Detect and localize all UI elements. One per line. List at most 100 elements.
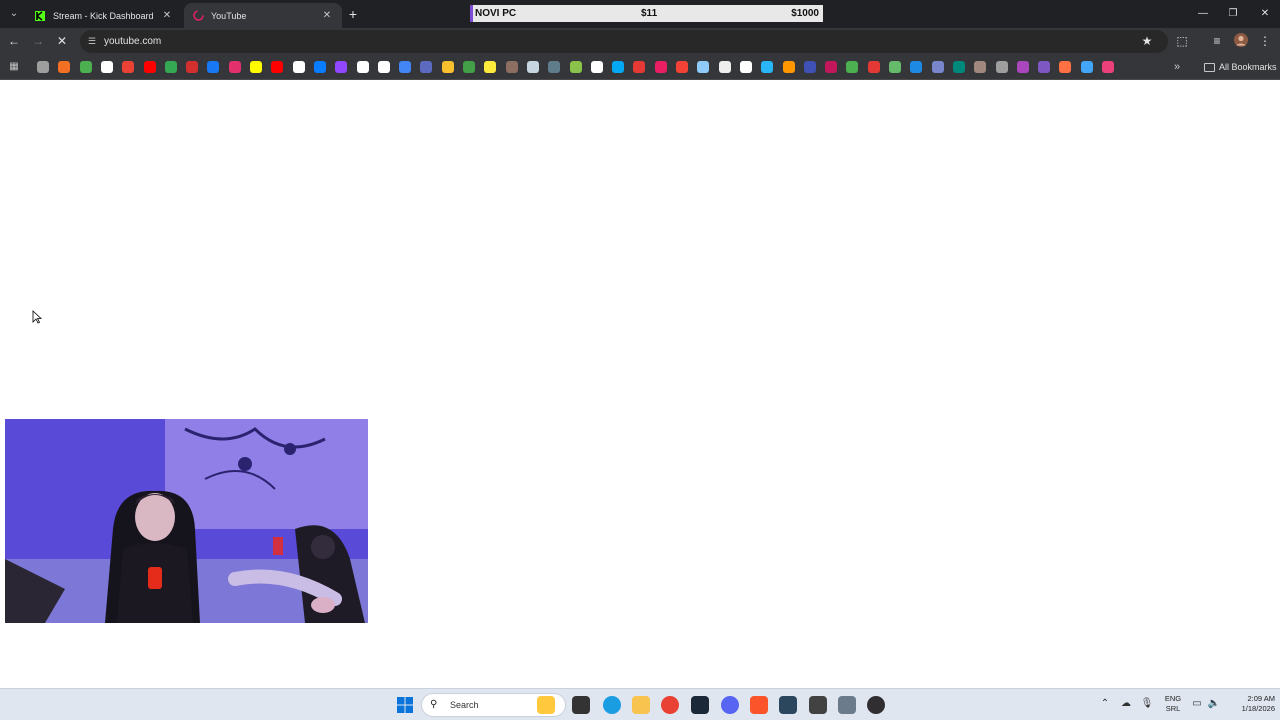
chrome-icon[interactable] (661, 696, 679, 714)
goal-current: $11 (641, 8, 658, 19)
snapchat-icon[interactable] (250, 61, 262, 73)
bookmark-icon[interactable] (79, 61, 92, 73)
media-control-icon[interactable]: ≡ (1209, 33, 1225, 49)
network-icon[interactable]: ▭ (1190, 696, 1204, 712)
bookmark-icon[interactable] (910, 61, 923, 73)
bookmark-icon[interactable] (1080, 61, 1093, 73)
discord-icon[interactable] (721, 696, 739, 714)
bookmark-icon[interactable] (505, 61, 518, 73)
chevron-up-icon[interactable]: ⌃ (1098, 696, 1112, 712)
bookmark-icon[interactable] (548, 61, 561, 73)
facebook-icon[interactable] (207, 61, 220, 73)
bookmark-icon[interactable] (1102, 61, 1114, 73)
close-icon[interactable]: ✕ (160, 9, 174, 23)
bookmark-icon[interactable] (846, 61, 859, 73)
instagram-icon[interactable] (228, 61, 241, 73)
bookmark-icon[interactable] (612, 61, 625, 73)
restore-button[interactable]: ❐ (1218, 0, 1248, 28)
bookmark-icon[interactable] (484, 61, 497, 73)
bookmark-icon[interactable] (803, 61, 816, 73)
url-text[interactable]: youtube.com (104, 35, 161, 48)
goal-target: $1000 (791, 8, 819, 19)
bookmark-icon[interactable] (825, 61, 838, 73)
steam-icon[interactable] (779, 696, 797, 714)
close-window-button[interactable]: ✕ (1250, 0, 1280, 28)
bookmark-icon[interactable] (463, 61, 475, 73)
bookmark-star-icon[interactable]: ★ (1140, 34, 1154, 48)
brave-icon[interactable] (750, 696, 768, 714)
bookmark-icon[interactable] (889, 61, 901, 73)
tiktok-icon[interactable] (292, 61, 305, 73)
new-tab-button[interactable]: + (345, 6, 361, 22)
bookmark-icon[interactable] (676, 61, 688, 73)
tab-kick-dashboard[interactable]: Stream - Kick Dashboard ✕ (26, 3, 182, 28)
cloud-icon[interactable]: ☁ (1119, 696, 1133, 712)
menu-icon[interactable]: ⋮ (1257, 33, 1273, 49)
steam-icon[interactable] (526, 61, 539, 73)
bookmark-icon[interactable] (995, 61, 1008, 73)
bookmark-icon[interactable] (867, 61, 880, 73)
bookmark-icon[interactable] (441, 61, 454, 73)
bookmark-icon[interactable] (952, 61, 965, 73)
bookmark-icon[interactable] (718, 61, 731, 73)
search-label: Search (450, 700, 479, 710)
youtube-music-icon[interactable] (271, 61, 284, 73)
bookmark-icon[interactable] (1038, 61, 1051, 73)
mail-icon[interactable] (633, 61, 646, 73)
bookmark-icon[interactable] (569, 61, 582, 73)
bookmark-icon[interactable] (697, 61, 710, 73)
file-explorer-icon[interactable] (537, 696, 555, 714)
close-icon[interactable]: ✕ (320, 9, 334, 23)
language-indicator[interactable]: ENG SRL (1162, 694, 1184, 714)
gmail-icon[interactable] (122, 61, 135, 73)
apps-grid-icon[interactable]: ▦ (8, 61, 20, 73)
bookmark-icon[interactable] (931, 61, 944, 73)
bookmark-icon[interactable] (1016, 61, 1029, 73)
tab-youtube[interactable]: YouTube ✕ (184, 3, 342, 28)
bookmark-icon[interactable] (420, 61, 433, 73)
terminal-icon[interactable] (572, 696, 590, 714)
bookmark-icon[interactable] (739, 61, 752, 73)
maps-icon[interactable] (164, 61, 177, 73)
all-bookmarks-button[interactable]: All Bookmarks (1204, 60, 1277, 74)
site-settings-icon[interactable]: ☰ (86, 35, 98, 47)
google-icon[interactable] (100, 61, 113, 73)
stop-loading-icon[interactable]: ✕ (54, 33, 70, 49)
bookmark-icon[interactable] (1059, 61, 1072, 73)
github-icon[interactable] (356, 61, 369, 73)
edge-icon[interactable] (603, 696, 621, 714)
minimize-button[interactable]: — (1188, 0, 1218, 28)
messenger-icon[interactable] (313, 61, 326, 73)
wikipedia-icon[interactable] (590, 61, 603, 73)
obs-icon[interactable] (867, 696, 885, 714)
apple-icon[interactable] (37, 61, 49, 73)
settings-icon[interactable] (838, 696, 856, 714)
kick-icon (34, 10, 46, 22)
bookmark-icon[interactable] (782, 61, 795, 73)
folder-icon[interactable] (632, 696, 650, 714)
bookmark-icon[interactable] (186, 61, 199, 73)
translate-icon[interactable] (399, 61, 412, 73)
address-bar[interactable]: ☰ youtube.com ★ (80, 30, 1168, 53)
more-bookmarks-icon[interactable]: » (1170, 60, 1184, 74)
avatar[interactable] (1233, 33, 1249, 49)
extensions-icon[interactable]: ⬚ (1174, 33, 1190, 49)
steam-icon[interactable] (691, 696, 709, 714)
bookmark-icon[interactable] (974, 61, 987, 73)
app-icon[interactable] (809, 696, 827, 714)
tab-strip: ⌄ Stream - Kick Dashboard ✕ YouTube ✕ + … (0, 0, 1280, 28)
volume-icon[interactable]: 🔈 (1207, 696, 1221, 712)
youtube-icon[interactable] (143, 61, 156, 73)
clock-time: 2:09 AM (1247, 694, 1275, 703)
bookmark-icon[interactable] (654, 61, 667, 73)
back-icon[interactable]: ← (6, 33, 22, 49)
microphone-icon[interactable]: 🎙 (1140, 696, 1154, 712)
bookmark-icon[interactable] (761, 61, 774, 73)
windows-start-icon[interactable] (396, 696, 414, 714)
twitch-icon[interactable] (335, 61, 348, 73)
forward-icon[interactable]: → (30, 33, 46, 49)
tab-search-icon[interactable]: ⌄ (6, 6, 22, 22)
x-icon[interactable] (377, 61, 390, 73)
clock[interactable]: 2:09 AM 1/18/2026 (1225, 694, 1275, 714)
soundcloud-icon[interactable] (58, 61, 71, 73)
